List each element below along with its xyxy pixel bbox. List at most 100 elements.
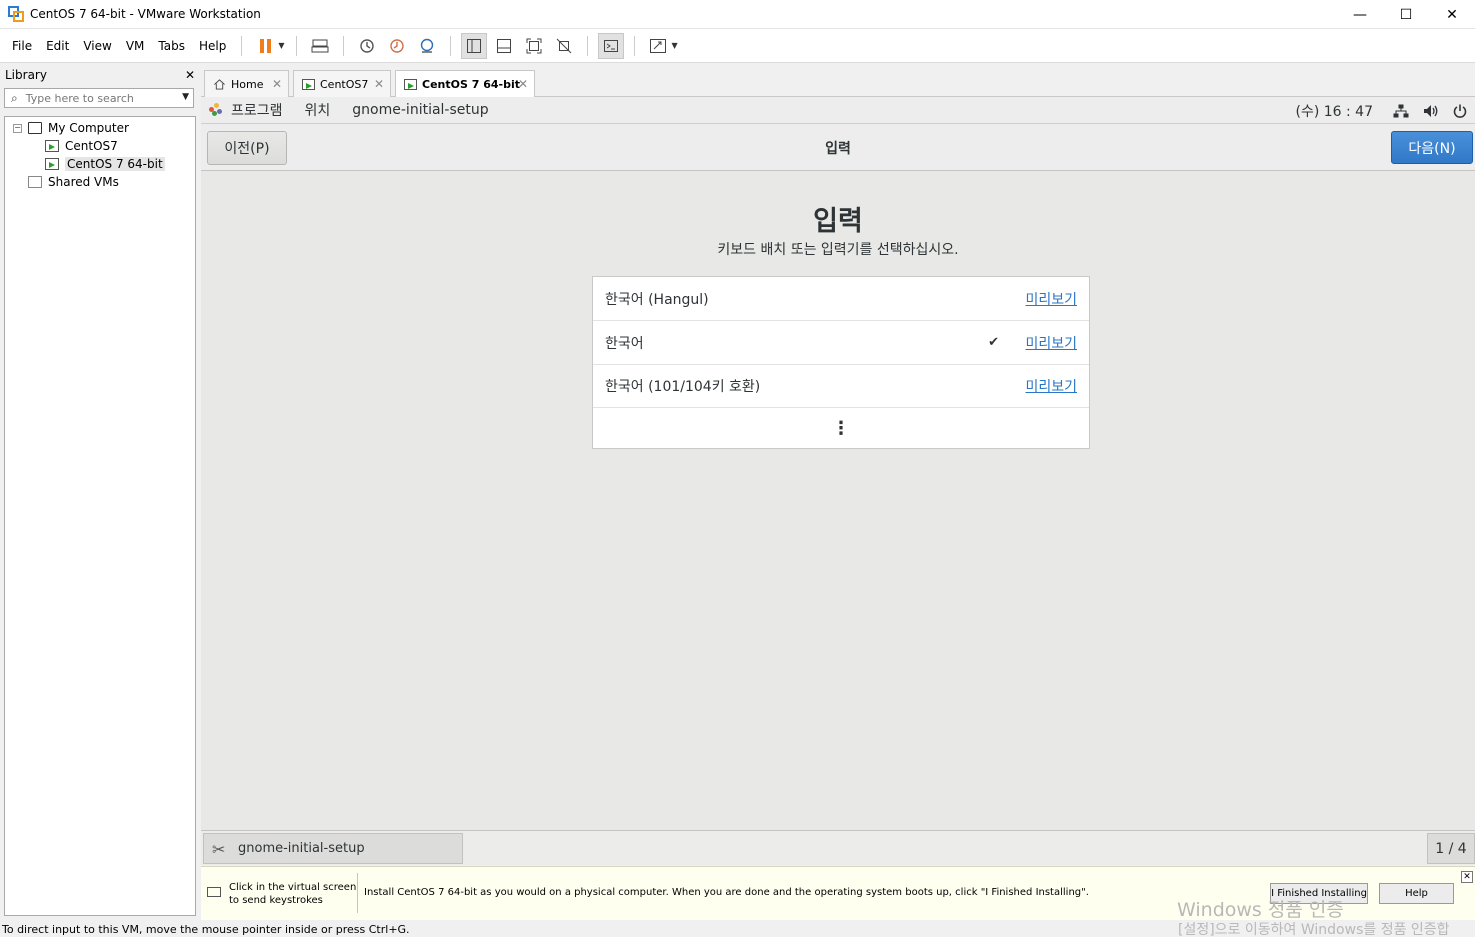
tree-item-centos7[interactable]: CentOS7 [5,137,195,155]
hint-click-text: Click in the virtual screen to send keys… [229,882,357,906]
list-item-korean[interactable]: 한국어 ✔ 미리보기 [593,321,1089,365]
tree-item-shared-vms[interactable]: Shared VMs [5,173,195,191]
revert-snapshot-icon [390,38,405,53]
tree-item-centos7-64bit[interactable]: CentOS 7 64-bit [5,155,195,173]
vmware-app-icon [8,6,24,22]
preview-link[interactable]: 미리보기 [1025,333,1077,353]
minimize-button[interactable]: — [1337,0,1383,29]
vm-tab-strip: Home ✕ CentOS7 ✕ CentOS 7 64-bit ✕ [201,64,1475,98]
tree-label: CentOS7 [65,139,118,153]
shared-vms-icon [28,176,42,188]
tab-label: CentOS7 [320,77,369,91]
next-button[interactable]: 다음(N) [1391,131,1473,164]
search-placeholder: Type here to search [25,91,134,105]
tools-icon: ✂ [212,840,226,859]
input-source-name: 한국어 (101/104키 호환) [605,379,761,395]
tab-close-icon[interactable]: ✕ [272,77,282,91]
taskbar-window-button[interactable]: ✂ gnome-initial-setup [203,833,463,864]
checkmark-icon: ✔ [988,335,999,350]
power-icon[interactable] [1453,104,1467,118]
taskbar-window-label: gnome-initial-setup [238,841,365,856]
preview-link[interactable]: 미리보기 [1025,289,1077,309]
places-menu[interactable]: 위치 [305,100,331,120]
menu-toolbar: File Edit View VM Tabs Help ▼ ▼ [0,29,1475,63]
toolbar-divider [296,35,298,56]
tab-close-icon[interactable]: ✕ [518,77,528,91]
revert-snapshot-button[interactable] [384,33,410,59]
toolbar-divider [634,35,636,56]
menu-vm[interactable]: VM [119,39,152,53]
tab-home[interactable]: Home ✕ [204,70,289,97]
search-dropdown-icon[interactable]: ▼ [182,92,189,102]
library-close-icon[interactable]: ✕ [185,68,195,82]
tab-close-icon[interactable]: ✕ [374,77,384,91]
show-thumbnail-bar-button[interactable] [491,33,517,59]
app-menu[interactable]: gnome-initial-setup [352,102,488,118]
pause-icon [259,38,271,53]
gnome-top-bar: 프로그램 위치 gnome-initial-setup (수) 16 : 47 [201,97,1475,124]
thumbnail-bar-icon [497,38,512,53]
snapshot-icon [360,38,375,53]
unity-icon [557,38,572,53]
collapse-icon[interactable]: − [13,123,22,133]
tree-item-my-computer[interactable]: − My Computer [5,119,195,137]
tree-label: My Computer [48,121,129,135]
menu-tabs[interactable]: Tabs [151,39,192,53]
hint-close-icon[interactable]: ✕ [1461,871,1473,883]
library-header: Library ✕ [0,64,200,86]
hint-install-text: Install CentOS 7 64-bit as you would on … [364,887,1089,898]
stretch-guest-button[interactable] [645,33,671,59]
stretch-dropdown-icon[interactable]: ▼ [671,41,677,50]
input-source-list: 한국어 (Hangul) 미리보기 한국어 ✔ 미리보기 한국어 (101/10… [592,276,1090,449]
input-source-name: 한국어 [605,335,644,352]
help-button[interactable]: Help [1379,883,1454,904]
list-item-hangul[interactable]: 한국어 (Hangul) 미리보기 [593,277,1089,321]
toolbar-divider [343,35,345,56]
more-options-icon[interactable]: ⋮ [593,408,1089,448]
applications-menu[interactable]: 프로그램 [231,100,283,120]
vm-icon [404,79,417,90]
stretch-icon [650,38,667,53]
power-dropdown-icon[interactable]: ▼ [278,41,284,50]
applications-icon [209,103,223,117]
preview-link[interactable]: 미리보기 [1025,376,1077,396]
list-item-korean-101-104[interactable]: 한국어 (101/104키 호환) 미리보기 [593,365,1089,408]
snapshot-manager-button[interactable] [414,33,440,59]
snapshot-manager-icon [421,38,434,53]
close-button[interactable]: ✕ [1429,0,1475,29]
volume-icon[interactable] [1423,104,1439,118]
gnome-bottom-bar: ✂ gnome-initial-setup 1 / 4 [201,830,1475,865]
title-bar: CentOS 7 64-bit - VMware Workstation — ☐… [0,0,1475,29]
show-library-button[interactable] [461,32,488,59]
send-ctrl-alt-del-button[interactable] [307,33,333,59]
menu-file[interactable]: File [5,39,39,53]
menu-edit[interactable]: Edit [39,39,76,53]
tab-centos7[interactable]: CentOS7 ✕ [293,70,391,97]
vm-console[interactable]: 프로그램 위치 gnome-initial-setup (수) 16 : 47 … [201,97,1475,865]
full-screen-button[interactable] [521,33,547,59]
library-panel: Library ✕ ⌕ Type here to search ▼ − My C… [0,64,200,920]
library-search-input[interactable]: ⌕ Type here to search ▼ [4,88,194,108]
tab-centos7-64bit[interactable]: CentOS 7 64-bit ✕ [395,70,535,98]
setup-page-title: 입력 [825,141,851,157]
keyboard-icon [207,887,221,897]
tab-label: Home [231,77,264,91]
take-snapshot-button[interactable] [354,33,380,59]
library-tree: − My Computer CentOS7 CentOS 7 64-bit Sh… [4,116,196,916]
vm-icon [45,158,59,170]
network-icon[interactable] [1393,104,1409,118]
console-icon [604,39,619,52]
menu-view[interactable]: View [76,39,118,53]
home-icon [214,78,225,90]
toolbar-divider [241,35,243,56]
workspace-indicator[interactable]: 1 / 4 [1427,833,1475,864]
full-screen-icon [526,38,542,53]
console-view-button[interactable] [598,32,625,59]
clock[interactable]: (수) 16 : 47 [1295,101,1373,121]
setup-header-bar: 이전(P) 입력 다음(N) [201,124,1475,171]
pause-button[interactable] [252,33,278,59]
maximize-button[interactable]: ☐ [1383,0,1429,29]
unity-button[interactable] [551,33,577,59]
input-source-name: 한국어 (Hangul) [605,291,709,308]
menu-help[interactable]: Help [192,39,233,53]
